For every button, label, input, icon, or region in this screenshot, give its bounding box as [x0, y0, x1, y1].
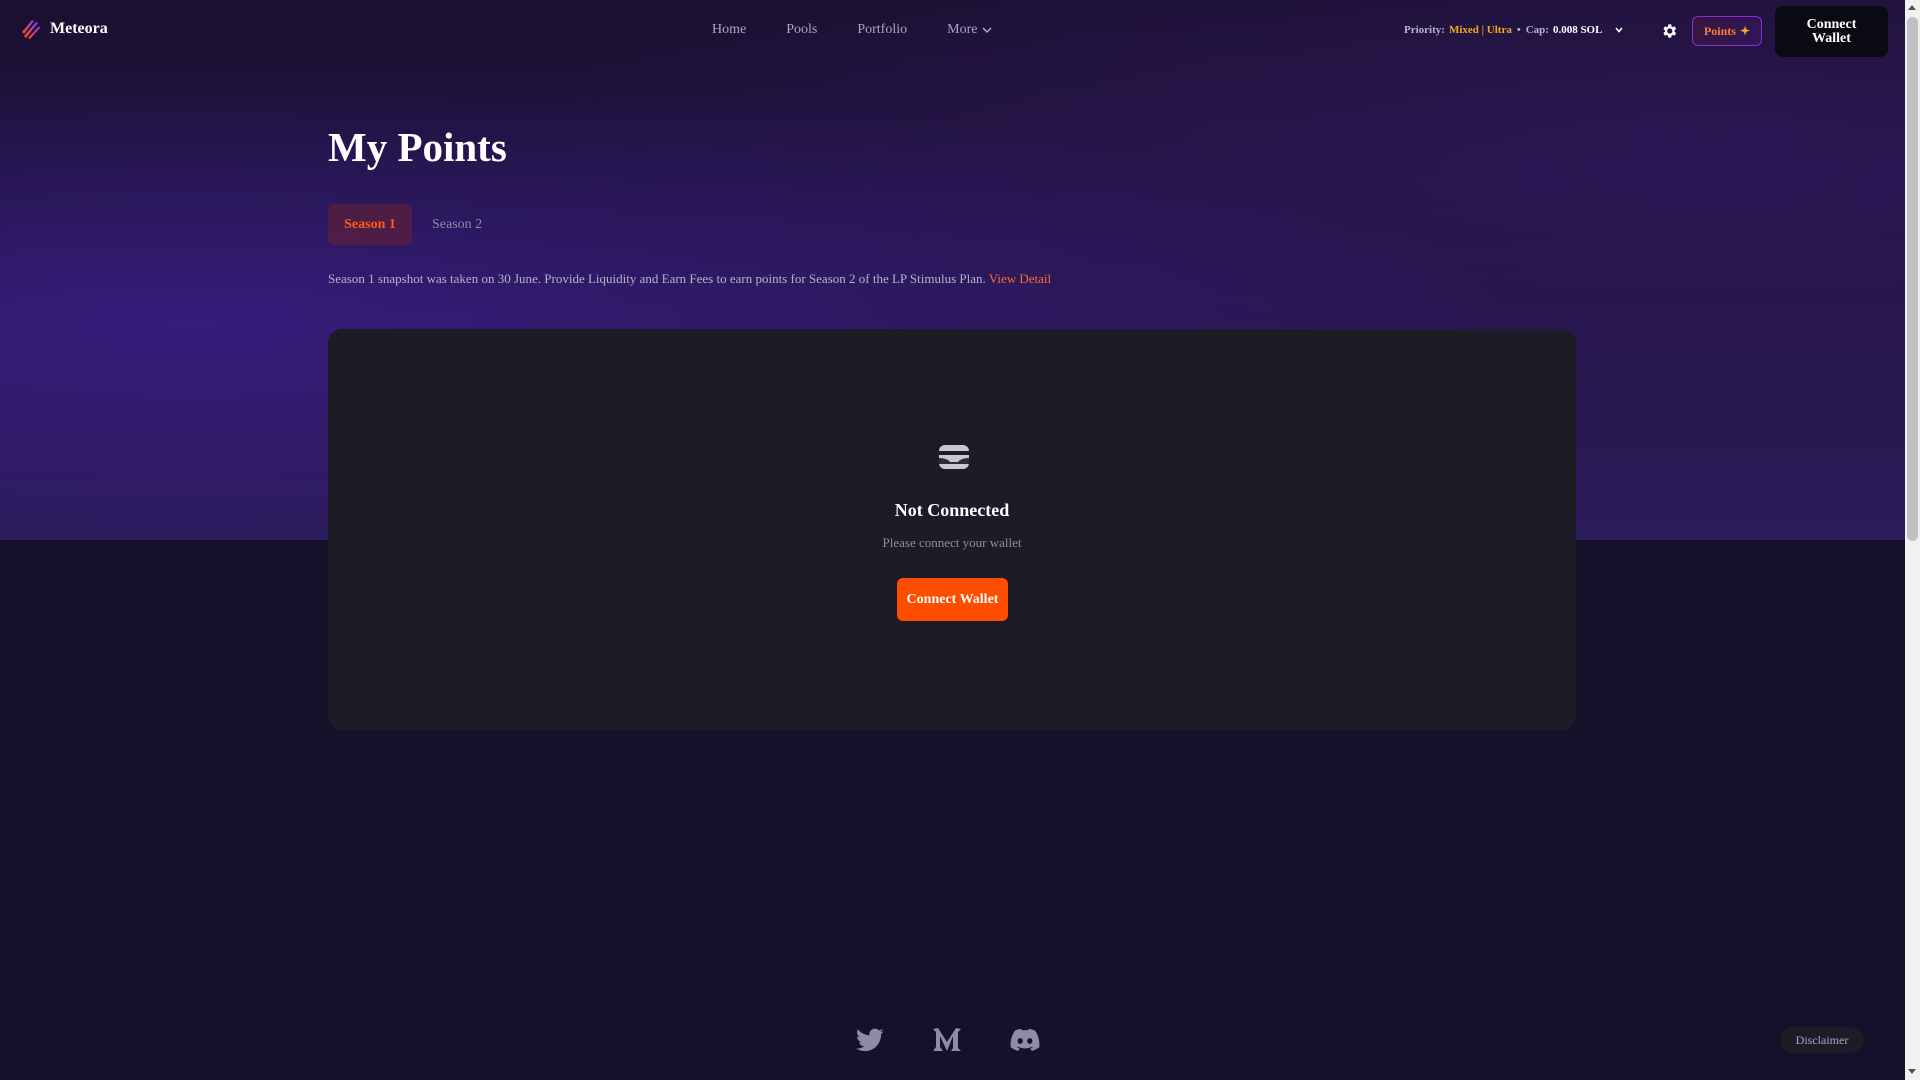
page: Meteora Home Pools Portfolio More Priori…	[0, 0, 1920, 1080]
cap-value: 0.008 SOL	[1552, 24, 1603, 36]
tab-season-1[interactable]: Season 1	[328, 204, 412, 245]
empty-state-title: Not Connected	[894, 500, 1010, 520]
main-nav: Home Pools Portfolio More	[712, 22, 1033, 38]
scroll-down-arrow-icon[interactable]	[1908, 1069, 1916, 1074]
season-info-text: Season 1 snapshot was taken on 30 June. …	[328, 271, 986, 286]
social-links	[856, 1027, 1088, 1053]
scrollbar[interactable]	[1905, 0, 1920, 1080]
points-button[interactable]: Points ✦	[1692, 16, 1762, 46]
priority-fee-selector[interactable]: Priority: Mixed | Ultra • Cap: 0.008 SOL	[1404, 24, 1624, 36]
season-info: Season 1 snapshot was taken on 30 June. …	[328, 271, 1051, 287]
medium-icon	[933, 1028, 961, 1051]
scroll-up-arrow-icon[interactable]	[1908, 5, 1916, 10]
twitter-icon	[856, 1028, 884, 1052]
disclaimer-button[interactable]: Disclaimer	[1780, 1027, 1864, 1053]
wallet-icon	[939, 445, 969, 469]
nav-home[interactable]: Home	[712, 22, 746, 38]
twitter-link[interactable]	[856, 1028, 884, 1052]
sparkle-icon: ✦	[1739, 23, 1751, 38]
nav-portfolio[interactable]: Portfolio	[857, 22, 907, 38]
season-tabs: Season 1 Season 2	[328, 204, 498, 245]
connect-wallet-button[interactable]: Connect Wallet	[897, 578, 1008, 621]
nav-more[interactable]: More	[947, 22, 993, 38]
medium-link[interactable]	[932, 1027, 962, 1053]
gear-icon[interactable]	[1660, 22, 1678, 40]
top-navbar: Meteora Home Pools Portfolio More Priori…	[0, 0, 1905, 63]
tab-season-2[interactable]: Season 2	[416, 204, 498, 245]
app-name: Meteora	[50, 20, 108, 37]
view-detail-link[interactable]: View Detail	[989, 271, 1051, 286]
priority-mode: Mixed | Ultra	[1448, 24, 1512, 36]
points-label: Points	[1703, 23, 1736, 38]
page-title: My Points	[328, 124, 507, 170]
connect-wallet-header-label: Connect Wallet	[1806, 16, 1857, 46]
scrollbar-thumb[interactable]	[1907, 17, 1918, 541]
meteora-logo-icon	[22, 20, 40, 39]
logo[interactable]: Meteora	[20, 18, 108, 40]
nav-more-label: More	[947, 22, 978, 37]
discord-icon	[1010, 1028, 1040, 1051]
priority-label: Priority:	[1404, 24, 1445, 36]
cap-label: Cap:	[1525, 24, 1549, 36]
empty-state-subtitle: Please connect your wallet	[882, 535, 1022, 550]
points-card: Not Connected Please connect your wallet…	[328, 329, 1576, 730]
priority-separator: •	[1516, 24, 1521, 36]
chevron-down-icon	[982, 27, 992, 34]
chevron-down-icon	[1615, 27, 1624, 33]
discord-link[interactable]	[1010, 1028, 1040, 1052]
nav-pools[interactable]: Pools	[786, 22, 817, 38]
connect-wallet-header-button[interactable]: Connect Wallet	[1775, 6, 1888, 57]
